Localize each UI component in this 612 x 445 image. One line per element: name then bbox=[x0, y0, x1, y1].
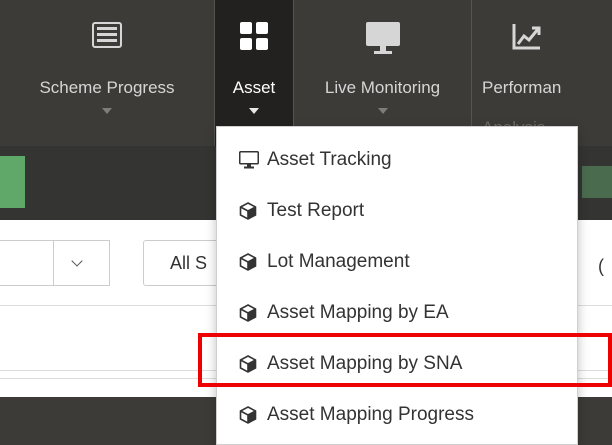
chevron-down-icon bbox=[377, 108, 388, 114]
menu-item-lot-management[interactable]: Lot Management bbox=[217, 237, 577, 287]
chevron-down-icon bbox=[71, 255, 83, 267]
list-icon bbox=[92, 22, 122, 53]
menu-item-asset-mapping-progress[interactable]: Asset Mapping Progress bbox=[217, 390, 577, 440]
nav-label: Performan bbox=[482, 78, 562, 97]
filter-select[interactable] bbox=[0, 240, 110, 286]
menu-item-label: Asset Mapping by EA bbox=[267, 302, 449, 323]
menu-item-label: Asset Mapping Progress bbox=[267, 404, 474, 425]
partial-text: ( bbox=[598, 256, 604, 276]
monitor-icon bbox=[239, 151, 267, 169]
asset-dropdown-menu: Asset Tracking Test Report Lot Managemen… bbox=[216, 126, 578, 445]
grid-icon bbox=[240, 22, 268, 55]
cube-icon bbox=[239, 253, 267, 271]
nav-scheme-progress[interactable]: Scheme Progress bbox=[0, 0, 214, 146]
cube-icon bbox=[239, 406, 267, 424]
highlight-box bbox=[198, 333, 612, 387]
menu-item-label: Asset Tracking bbox=[267, 149, 392, 170]
menu-item-label: Lot Management bbox=[267, 251, 410, 272]
monitor-icon bbox=[365, 22, 400, 59]
nav-label: Live Monitoring bbox=[324, 78, 441, 97]
nav-asset[interactable]: Asset bbox=[215, 0, 293, 146]
top-navigation-bar: Scheme Progress Asset Live Monitoring Pe… bbox=[0, 0, 612, 146]
menu-item-test-report[interactable]: Test Report bbox=[217, 186, 577, 236]
menu-item-asset-tracking[interactable]: Asset Tracking bbox=[217, 135, 577, 185]
nav-label: Asset bbox=[232, 78, 276, 97]
cube-icon bbox=[239, 304, 267, 322]
nav-live-monitoring[interactable]: Live Monitoring bbox=[294, 0, 471, 146]
cube-icon bbox=[239, 202, 267, 220]
nav-performance-analysis[interactable]: Performan Analysis bbox=[472, 0, 612, 146]
chevron-down-icon bbox=[249, 108, 259, 114]
chart-line-icon bbox=[512, 22, 542, 55]
chevron-down-icon bbox=[102, 108, 112, 114]
menu-item-label: Test Report bbox=[267, 200, 365, 221]
nav-label: Scheme Progress bbox=[39, 78, 175, 97]
status-indicator-right bbox=[582, 166, 612, 198]
all-select-label: All S bbox=[170, 253, 208, 273]
menu-item-asset-mapping-ea[interactable]: Asset Mapping by EA bbox=[217, 288, 577, 338]
status-indicator bbox=[0, 156, 25, 208]
